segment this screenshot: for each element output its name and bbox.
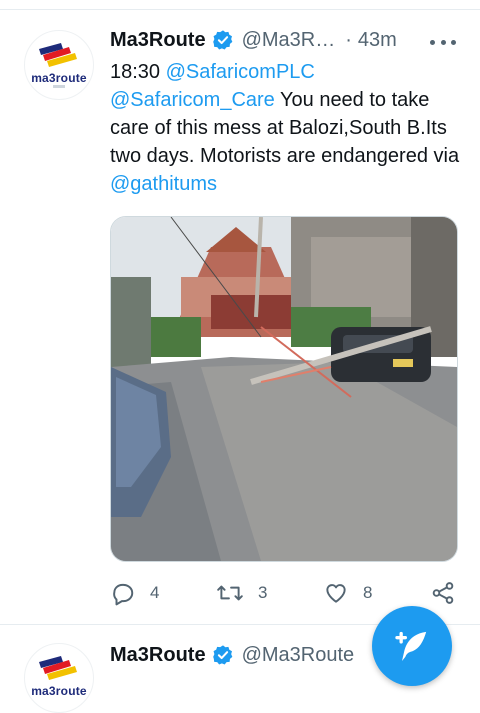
retweet-icon	[217, 585, 243, 601]
tweet-header: Ma3Route @Ma3R… · 43m	[110, 27, 397, 53]
avatar[interactable]: ma3route	[24, 643, 94, 713]
tweet-photo[interactable]	[110, 216, 458, 562]
compose-tweet-button[interactable]	[372, 606, 452, 686]
mention-link[interactable]: @SafaricomPLC	[166, 61, 315, 83]
more-icon[interactable]	[430, 36, 456, 48]
retweet-button[interactable]: 3	[216, 580, 267, 606]
display-name[interactable]: Ma3Route	[110, 644, 206, 667]
reply-icon	[113, 583, 134, 606]
heart-icon	[326, 584, 346, 603]
handle[interactable]: @Ma3Route	[242, 644, 355, 667]
avatar-brand-text: ma3route	[31, 71, 87, 85]
avatar-brand-text: ma3route	[31, 684, 87, 698]
reply-count: 4	[150, 583, 160, 602]
mention-link[interactable]: @Safaricom_Care	[110, 89, 275, 111]
like-button[interactable]: 8	[323, 580, 372, 606]
avatar-logo-icon	[39, 656, 77, 680]
avatar[interactable]: ma3route	[24, 30, 94, 100]
verified-badge-icon	[212, 30, 232, 50]
tweet-header: Ma3Route @Ma3Route	[110, 642, 354, 668]
verified-badge-icon	[212, 645, 232, 665]
retweet-count: 3	[258, 583, 268, 602]
more-dot	[440, 39, 446, 45]
handle[interactable]: @Ma3R…	[242, 29, 336, 52]
more-dot	[430, 39, 435, 45]
more-dot	[451, 39, 456, 45]
reply-button[interactable]: 4	[110, 580, 159, 606]
tweet-actions: 4 3 8	[0, 580, 480, 606]
tweet-text: 18:30 @SafaricomPLC @Safaricom_Care You n…	[110, 58, 460, 198]
mention-link[interactable]: @gathitums	[110, 173, 217, 195]
photo-fallen-power-pole-icon	[111, 217, 457, 561]
tweet[interactable]: ma3route Ma3Route @Ma3R… · 43m 18:30 @Sa…	[0, 10, 480, 624]
share-icon	[432, 582, 454, 604]
like-count: 8	[363, 583, 373, 602]
tweet-text-part: 18:30	[110, 61, 166, 83]
separator: ·	[345, 28, 352, 51]
avatar-logo-icon	[39, 43, 77, 88]
compose-tweet-icon	[395, 631, 427, 661]
timestamp[interactable]: 43m	[358, 29, 397, 52]
share-button[interactable]	[430, 580, 456, 606]
display-name[interactable]: Ma3Route	[110, 29, 206, 52]
